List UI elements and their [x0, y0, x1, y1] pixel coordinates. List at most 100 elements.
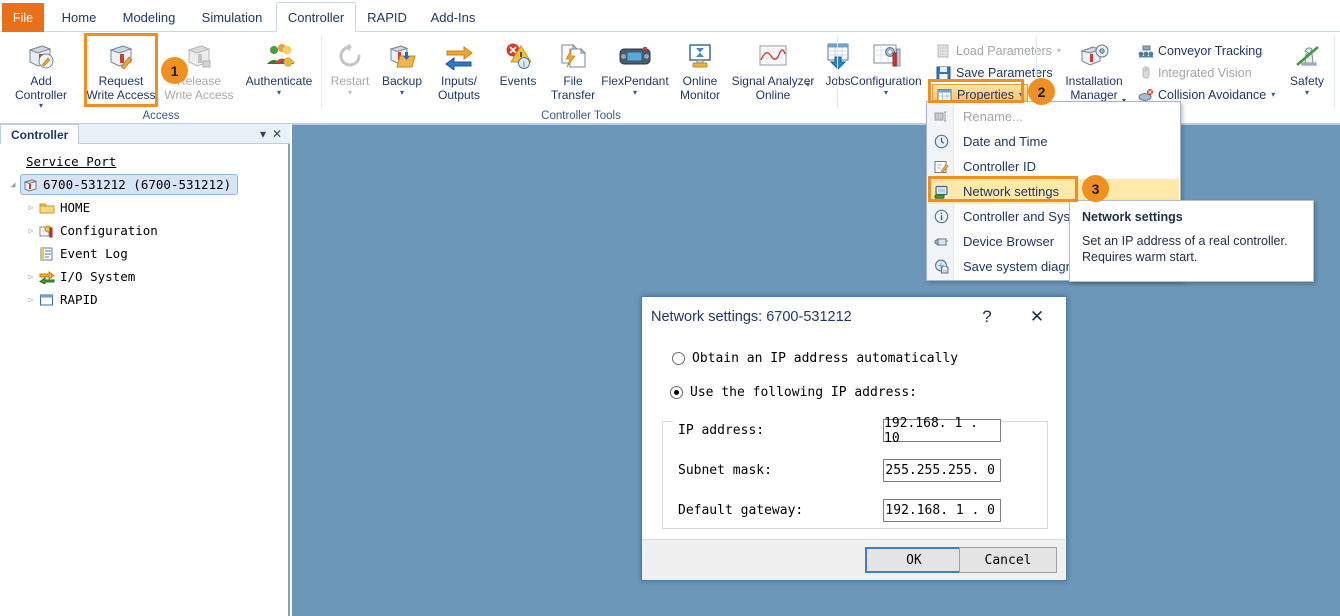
- safety-caret-icon[interactable]: ▾: [1305, 89, 1309, 96]
- expander-closed-icon[interactable]: ▷: [24, 203, 38, 212]
- inputs-outputs-button[interactable]: Inputs/ Outputs: [430, 36, 488, 110]
- tree-item-configuration[interactable]: ▷ Configuration: [0, 219, 288, 242]
- default-gateway-input[interactable]: 192.168. 1 . 0: [883, 499, 1001, 522]
- load-parameters-label: Load Parameters: [956, 44, 1052, 58]
- signal-analyzer-caret-icon[interactable]: ▾: [806, 81, 810, 88]
- load-parameters-icon: [935, 43, 952, 59]
- network-settings-dialog: Network settings: 6700-531212 ? ✕ Obtain…: [641, 296, 1067, 581]
- ip-address-input[interactable]: 192.168. 1 . 10: [883, 419, 1001, 442]
- clock-icon: [928, 134, 954, 149]
- radio-obtain-automatically[interactable]: Obtain an IP address automatically: [672, 351, 958, 366]
- menu-item-label: Controller ID: [954, 159, 1036, 174]
- backup-button[interactable]: Backup ▾: [376, 36, 428, 110]
- add-controller-button[interactable]: Add Controller ▾: [4, 36, 78, 110]
- backup-caret-icon[interactable]: ▾: [400, 89, 404, 96]
- signal-analyzer-online-button[interactable]: Signal Analyzer Online ▾: [730, 36, 816, 110]
- flexpendant-button[interactable]: FlexPendant ▾: [600, 36, 670, 110]
- expander-closed-icon[interactable]: ▷: [24, 272, 38, 281]
- properties-caret-icon[interactable]: ▾: [1019, 90, 1023, 99]
- authenticate-caret-icon[interactable]: ▾: [277, 89, 281, 96]
- tree-item-home[interactable]: ▷ HOME: [0, 196, 288, 219]
- expander-closed-icon[interactable]: ▷: [24, 226, 38, 235]
- dialog-close-button[interactable]: ✕: [1022, 303, 1052, 331]
- installation-manager-icon: [1079, 40, 1109, 72]
- configuration-icon: [871, 40, 901, 72]
- add-controller-label: Add Controller: [15, 75, 67, 102]
- restart-label: Restart: [331, 75, 370, 89]
- request-write-access-button[interactable]: Request Write Access: [84, 36, 158, 110]
- tab-file[interactable]: File: [2, 3, 44, 32]
- radio-manual-label: Use the following IP address:: [690, 385, 917, 400]
- properties-label: Properties: [957, 88, 1014, 102]
- safety-button[interactable]: Safety ▾: [1282, 36, 1332, 110]
- dialog-title: Network settings: 6700-531212: [651, 309, 852, 325]
- radio-use-following-ip[interactable]: Use the following IP address:: [670, 385, 923, 400]
- configuration-caret-icon[interactable]: ▾: [884, 89, 888, 96]
- events-button[interactable]: i Events: [490, 36, 546, 110]
- menu-item-label: Device Browser: [954, 234, 1054, 249]
- default-gateway-label: Default gateway:: [678, 503, 803, 518]
- dialog-body: Obtain an IP address automatically Use t…: [642, 339, 1066, 540]
- dialog-help-button[interactable]: ?: [972, 303, 1002, 331]
- configuration-icon: [38, 223, 56, 239]
- tab-rapid[interactable]: RAPID: [358, 2, 416, 32]
- restart-icon: [336, 40, 364, 72]
- configuration-label: Configuration: [850, 75, 921, 89]
- conveyor-tracking-item[interactable]: Conveyor Tracking: [1134, 40, 1266, 61]
- tab-modeling[interactable]: Modeling: [110, 2, 188, 32]
- tree-item-event-log[interactable]: Event Log: [0, 242, 288, 265]
- configuration-button[interactable]: Configuration ▾: [844, 36, 928, 110]
- conveyor-tracking-label: Conveyor Tracking: [1158, 44, 1262, 58]
- dialog-footer: OK Cancel: [643, 539, 1065, 579]
- flexpendant-caret-icon[interactable]: ▾: [633, 89, 637, 96]
- flexpendant-label: FlexPendant: [601, 75, 668, 89]
- collision-avoidance-caret-icon[interactable]: ▾: [1271, 90, 1275, 99]
- expander-open-icon[interactable]: ◢: [6, 180, 20, 189]
- flexpendant-icon: [618, 40, 652, 72]
- tab-simulation-label: Simulation: [202, 10, 263, 25]
- panel-tab-controller[interactable]: Controller: [0, 124, 79, 144]
- menu-item-label: Date and Time: [954, 134, 1048, 149]
- release-write-access-icon: [184, 40, 214, 72]
- panel-close-icon[interactable]: ✕: [272, 128, 282, 140]
- ok-button[interactable]: OK: [865, 547, 963, 573]
- tab-home[interactable]: Home: [52, 2, 106, 32]
- online-monitor-button[interactable]: Online Monitor: [672, 36, 728, 110]
- tooltip-title: Network settings: [1082, 210, 1301, 224]
- radio-button-auto[interactable]: [672, 352, 685, 365]
- menu-item-controller-id[interactable]: Controller ID: [928, 154, 1179, 179]
- tab-simulation[interactable]: Simulation: [190, 2, 274, 32]
- expander-closed-icon[interactable]: ▷: [24, 295, 38, 304]
- device-icon: [928, 235, 954, 249]
- tab-controller[interactable]: Controller: [276, 2, 356, 32]
- file-transfer-button[interactable]: File Transfer: [548, 36, 598, 110]
- panel-menu-icon[interactable]: ▾: [260, 128, 266, 140]
- installation-manager-button[interactable]: Installation Manager ▾: [1058, 36, 1130, 110]
- radio-button-manual[interactable]: [670, 386, 683, 399]
- cancel-button[interactable]: Cancel: [959, 547, 1057, 573]
- folder-icon: [38, 200, 56, 216]
- tab-addins[interactable]: Add-Ins: [420, 2, 486, 32]
- backup-label: Backup: [382, 75, 422, 89]
- menu-item-label: Network settings: [954, 184, 1059, 199]
- menu-item-date-and-time[interactable]: Date and Time: [928, 129, 1179, 154]
- events-label: Events: [500, 75, 537, 89]
- tab-modeling-label: Modeling: [123, 10, 176, 25]
- save-diag-icon: [928, 259, 954, 274]
- tree-item-io-system[interactable]: ▷ I/O System: [0, 265, 288, 288]
- subnet-mask-input[interactable]: 255.255.255. 0: [883, 459, 1001, 482]
- tree-item-selected[interactable]: 6700-531212 (6700-531212): [20, 174, 238, 195]
- controller-browser-panel: Controller ▾ ✕ Service Port ◢ 6700-53121…: [0, 124, 290, 616]
- rapid-icon: [38, 292, 56, 308]
- subnet-mask-label: Subnet mask:: [678, 463, 772, 478]
- ribbon-group-controller-tools: Restart ▾ Backup ▾: [324, 32, 838, 124]
- safety-icon: [1292, 40, 1322, 72]
- online-monitor-label: Online Monitor: [680, 75, 720, 102]
- save-parameters-icon: [935, 65, 952, 81]
- authenticate-button[interactable]: Authenticate ▾: [242, 36, 316, 110]
- tree-item-controller[interactable]: ◢ 6700-531212 (6700-531212): [0, 173, 288, 196]
- load-parameters-item: Load Parameters ▾: [932, 40, 1065, 61]
- tree-item-rapid[interactable]: ▷ RAPID: [0, 288, 288, 311]
- access-group-label: Access: [0, 110, 322, 122]
- add-controller-caret-icon[interactable]: ▾: [39, 102, 43, 109]
